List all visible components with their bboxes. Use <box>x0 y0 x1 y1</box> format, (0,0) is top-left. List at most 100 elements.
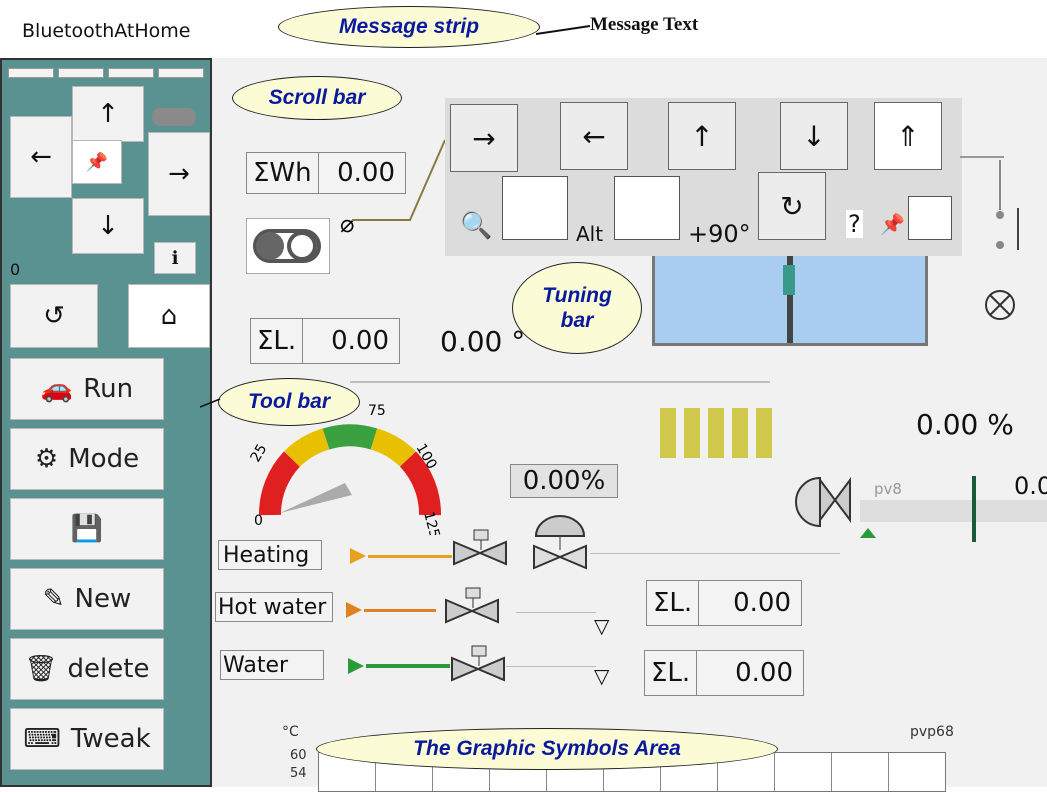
tune-down-button[interactable]: ↓ <box>780 102 848 170</box>
pencil-icon: ✎ <box>42 584 65 614</box>
tune-box-3[interactable] <box>908 196 952 240</box>
tune-left-button[interactable]: ← <box>560 102 628 170</box>
keyboard-icon: ⌨ <box>23 724 61 754</box>
pipe-thin <box>516 612 596 613</box>
counter: 0 <box>10 260 21 279</box>
arrow-right-icon: → <box>472 121 496 155</box>
arrow-down-icon: ↓ <box>97 211 119 241</box>
tweak-button[interactable]: ⌨ Tweak <box>10 708 164 770</box>
run-label: Run <box>83 374 134 404</box>
gauge-tick-75: 75 <box>368 403 386 419</box>
gauge-tick-25: 25 <box>248 442 271 465</box>
valve-hot-water-icon[interactable] <box>444 586 500 630</box>
arrow-up-icon: ↑ <box>690 119 714 153</box>
sidebar-tab-1[interactable] <box>8 68 54 78</box>
gamepad-icon[interactable] <box>152 108 196 126</box>
valve-water-icon[interactable] <box>450 644 506 688</box>
tank-handle <box>783 265 795 295</box>
arrow-down-icon: ↓ <box>802 119 826 153</box>
run-button[interactable]: 🚗 Run <box>10 358 164 420</box>
info-icon: ℹ <box>171 247 179 269</box>
arrow-left-icon: ← <box>582 119 606 153</box>
drain-icon: ▽ <box>594 614 610 638</box>
undo-button[interactable]: ↺ <box>10 284 98 348</box>
slider-thumb[interactable] <box>972 476 976 542</box>
line-label-water: Water <box>220 650 324 680</box>
level-bars[interactable] <box>660 408 774 458</box>
energy-label: ΣWh <box>247 153 319 193</box>
tune-top-button[interactable]: ⇑ <box>874 102 942 170</box>
sidebar: ↑ ← 📌 → ↓ ℹ 0 ↺ ⌂ 🚗 Run ⚙ Mode 💾 ✎ New 🗑 del… <box>0 58 212 787</box>
flow-value-3: 0.00 <box>735 658 793 688</box>
gear-icon: ⚙ <box>34 444 59 474</box>
save-button[interactable]: 💾 <box>10 498 164 560</box>
pin-button[interactable]: 📌 <box>72 140 122 184</box>
pump-hot-water-icon[interactable] <box>346 602 362 618</box>
rotate-icon: ↻ <box>780 189 804 223</box>
flow-readout-2[interactable]: ΣL. 0.00 <box>646 580 802 626</box>
info-button[interactable]: ℹ <box>154 242 196 274</box>
triangle-marker <box>860 528 876 538</box>
pump-heating-icon[interactable] <box>350 548 366 564</box>
tune-box-2[interactable] <box>614 176 680 240</box>
callout-message-strip: Message strip <box>278 6 540 48</box>
pin-icon[interactable]: 📌 <box>880 212 905 237</box>
scroll-right-button[interactable]: → <box>148 132 210 216</box>
app-title: BluetoothAtHome <box>22 20 191 42</box>
zoom-icon[interactable]: 🔍 <box>460 210 492 241</box>
new-button[interactable]: ✎ New <box>10 568 164 630</box>
scroll-left-button[interactable]: ← <box>10 116 72 198</box>
flow-label-2: ΣL. <box>647 581 700 625</box>
rotate-label: +90° <box>688 220 751 248</box>
flow-value-1: 0.00 <box>331 326 389 356</box>
flow-readout-1[interactable]: ΣL. 0.00 <box>250 318 400 364</box>
home-button[interactable]: ⌂ <box>128 284 210 348</box>
pipe-heating <box>368 555 452 558</box>
arrow-right-icon: → <box>168 159 190 189</box>
level-bar <box>660 408 676 458</box>
car-icon: 🚗 <box>40 374 74 404</box>
pvp68-label: pvp68 <box>910 724 954 740</box>
level-bar <box>684 408 700 458</box>
tune-right-button[interactable]: → <box>450 104 518 172</box>
pv8-label: pv8 <box>874 480 902 498</box>
callout-scroll-bar: Scroll bar <box>232 76 402 120</box>
tune-up-button[interactable]: ↑ <box>668 102 736 170</box>
percent-value: 0.00% <box>522 466 606 496</box>
callout-pointer <box>200 398 221 408</box>
alt-label: Alt <box>576 222 604 246</box>
pump-water-icon[interactable] <box>348 658 364 674</box>
actuator-valve-symbol[interactable] <box>790 470 860 540</box>
sidebar-tab-4[interactable] <box>158 68 204 78</box>
right-edge-value: 0.0 <box>1014 472 1047 500</box>
flow-label-1: ΣL. <box>251 319 304 363</box>
percent-readout[interactable]: 0.00% <box>510 464 618 498</box>
valve-diaphragm-icon[interactable] <box>530 510 590 572</box>
line-segment <box>960 156 1004 158</box>
scroll-up-button[interactable]: ↑ <box>72 86 144 142</box>
slider-track[interactable] <box>860 500 1047 522</box>
tune-box-1[interactable] <box>502 176 568 240</box>
valve-heating-icon[interactable] <box>452 528 508 572</box>
delete-button[interactable]: 🗑 delete <box>10 638 164 700</box>
scroll-down-button[interactable]: ↓ <box>72 198 144 254</box>
chart-unit: °C <box>282 724 299 740</box>
new-label: New <box>74 584 132 614</box>
toggle-switch[interactable] <box>246 218 330 274</box>
callout-tool-bar: Tool bar <box>218 378 360 426</box>
help-label[interactable]: ? <box>846 210 863 238</box>
home-icon: ⌂ <box>160 301 178 331</box>
rotate-button[interactable]: ↻ <box>758 172 826 240</box>
pipe-hot-water <box>364 609 436 612</box>
sidebar-tab-2[interactable] <box>58 68 104 78</box>
level-bar <box>708 408 724 458</box>
heating-text: Heating <box>223 542 310 568</box>
switch-lamp-symbol[interactable] <box>960 150 1040 330</box>
flow-readout-3[interactable]: ΣL. 0.00 <box>644 650 804 696</box>
message-text: Message Text <box>590 14 699 35</box>
sidebar-tab-3[interactable] <box>108 68 154 78</box>
flow-label-3: ΣL. <box>645 651 698 695</box>
tuning-callout-line1: Tuning <box>542 283 612 307</box>
water-text: Water <box>223 652 289 678</box>
mode-button[interactable]: ⚙ Mode <box>10 428 164 490</box>
